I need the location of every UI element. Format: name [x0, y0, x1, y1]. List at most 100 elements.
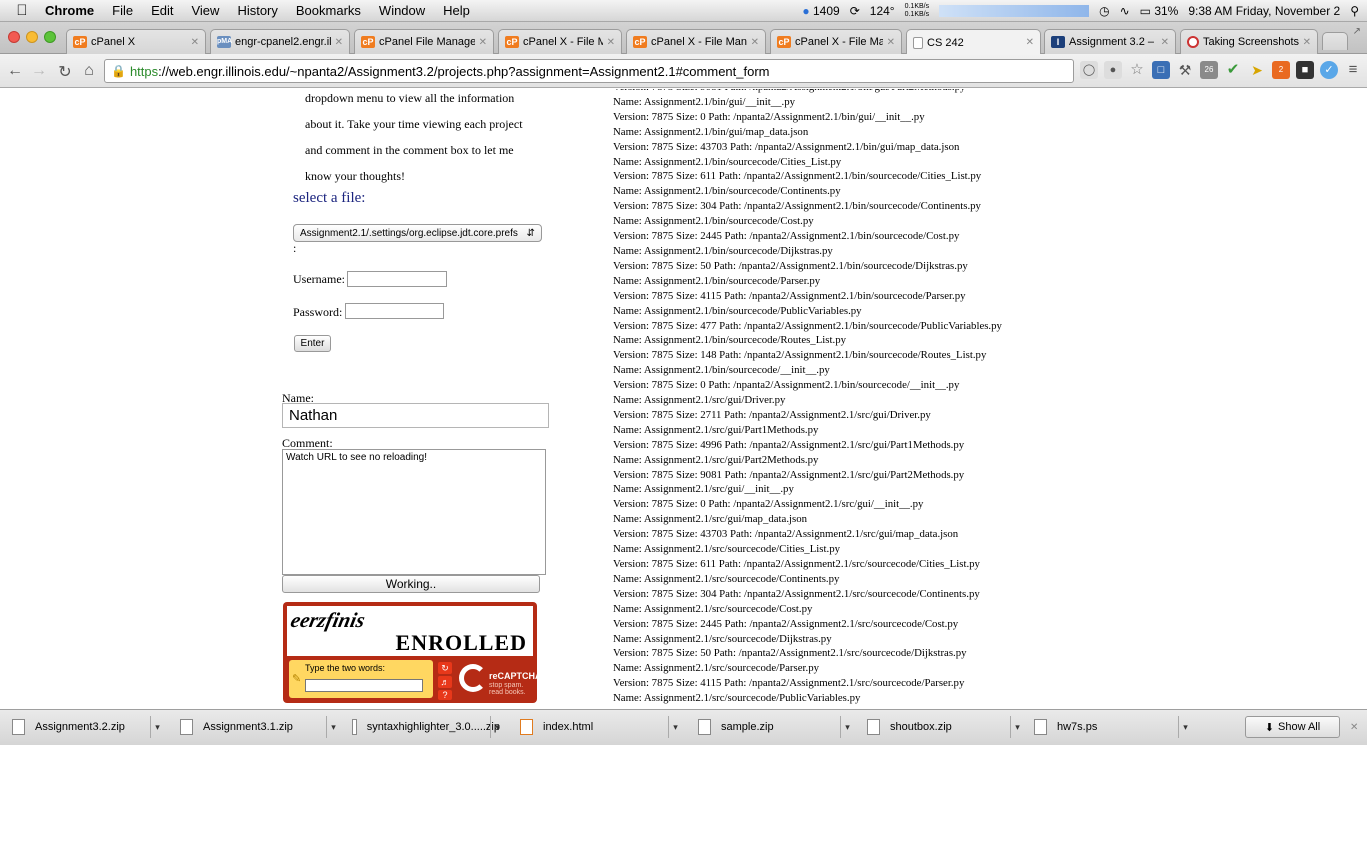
download-item[interactable]: sample.zip ▾ — [686, 714, 850, 740]
tab-close-icon[interactable]: ✕ — [887, 37, 895, 48]
apple-icon[interactable]:  — [8, 2, 36, 19]
wifi-icon[interactable]: ∿ — [1120, 4, 1130, 18]
status-icon[interactable]: ● 1409 — [802, 4, 839, 18]
username-label: Username: — [293, 272, 345, 286]
tab-file-manager-v3[interactable]: cP cPanel File Manager v3 ✕ — [354, 29, 494, 54]
download-item[interactable]: index.html ▾ — [508, 714, 678, 740]
zoom-window-button[interactable] — [44, 31, 56, 43]
submit-comment-button[interactable]: Working.. — [282, 575, 540, 593]
new-tab-button[interactable] — [1322, 32, 1348, 50]
download-item[interactable]: syntaxhighlighter_3.0.....zip ▾ — [340, 714, 500, 740]
file-info-line: Name: Assignment2.1/src/sourcecode/Cost.… — [613, 602, 813, 615]
tab-cpanel-x[interactable]: cP cPanel X ✕ — [66, 29, 206, 54]
file-select-dropdown[interactable]: Assignment2.1/.settings/org.eclipse.jdt.… — [293, 224, 542, 242]
tab-phpmyadmin[interactable]: pMA engr-cpanel2.engr.illin ✕ — [210, 29, 350, 54]
shield-icon[interactable]: ◯ — [1080, 61, 1098, 79]
window-extension-icon[interactable]: □ — [1152, 61, 1170, 79]
download-filename: shoutbox.zip — [890, 721, 952, 733]
home-icon[interactable]: ⌂ — [80, 62, 98, 80]
pin-icon[interactable]: ➤ — [1248, 61, 1266, 79]
tab-file-manager-1[interactable]: cP cPanel X - File Manage ✕ — [498, 29, 622, 54]
wrench-icon[interactable]: ⚒ — [1176, 61, 1194, 79]
sync-icon[interactable]: ⟳ — [850, 4, 860, 18]
captcha-input[interactable] — [305, 679, 423, 692]
download-item[interactable]: shoutbox.zip ▾ — [855, 714, 1020, 740]
tab-assignment-3-2[interactable]: I Assignment 3.2 – CS2 ✕ — [1044, 29, 1176, 54]
menu-view[interactable]: View — [182, 3, 228, 18]
tab-close-icon[interactable]: ✕ — [191, 37, 199, 48]
menu-window[interactable]: Window — [370, 3, 434, 18]
url-scheme: https — [129, 63, 159, 79]
tab-close-icon[interactable]: ✕ — [479, 37, 487, 48]
fullscreen-icon[interactable]: ↗ — [1353, 26, 1361, 37]
tab-taking-screenshots[interactable]: Taking Screenshots in ✕ — [1180, 29, 1318, 54]
file-info-line: Version: 7875 Size: 4996 Path: /npanta2/… — [613, 438, 965, 451]
tab-file-manager-2[interactable]: cP cPanel X - File Manage ✕ — [626, 29, 766, 54]
download-item[interactable]: Assignment3.2.zip ▾ — [0, 714, 160, 740]
menu-history[interactable]: History — [228, 3, 286, 18]
cpu-graph-icon — [939, 5, 1090, 17]
show-all-downloads-button[interactable]: ⬇ Show All — [1245, 716, 1340, 738]
close-shelf-icon[interactable]: ✕ — [1350, 722, 1358, 733]
menu-chrome[interactable]: Chrome — [36, 3, 103, 18]
camera-icon[interactable]: ■ — [1296, 61, 1314, 79]
minimize-window-button[interactable] — [26, 31, 38, 43]
blue-circle-icon[interactable]: ✓ — [1320, 61, 1338, 79]
bookmark-star-icon[interactable]: ☆ — [1128, 61, 1146, 79]
loading-favicon-icon — [1187, 36, 1199, 48]
file-info-line: Name: Assignment2.1/bin/sourcecode/Publi… — [613, 304, 862, 317]
tab-close-icon[interactable]: ✕ — [1303, 37, 1311, 48]
tab-close-icon[interactable]: ✕ — [607, 37, 615, 48]
checkmark-icon[interactable]: ✔ — [1224, 61, 1242, 79]
tab-close-icon[interactable]: ✕ — [1161, 37, 1169, 48]
tab-close-icon[interactable]: ✕ — [751, 37, 759, 48]
tab-file-manager-3[interactable]: cP cPanel X - File Manage ✕ — [770, 29, 902, 54]
download-filename: hw7s.ps — [1057, 721, 1098, 733]
tab-close-icon[interactable]: ✕ — [335, 37, 343, 48]
menu-file[interactable]: File — [103, 3, 142, 18]
audio-icon[interactable]: ♬ — [438, 676, 452, 688]
chevron-down-icon[interactable]: ▾ — [840, 716, 854, 738]
username-input[interactable] — [347, 271, 447, 287]
chevron-down-icon[interactable]: ▾ — [490, 716, 504, 738]
download-item[interactable]: hw7s.ps ▾ — [1022, 714, 1188, 740]
file-info-line: Name: Assignment2.1/bin/sourcecode/Conti… — [613, 185, 841, 198]
tab-label: cPanel X — [91, 36, 136, 48]
back-icon[interactable]: ← — [6, 62, 24, 80]
chevron-down-icon[interactable]: ▾ — [668, 716, 682, 738]
captcha-entry-area: ✎ Type the two words: — [289, 660, 433, 698]
enter-button[interactable]: Enter — [294, 335, 331, 352]
badge-extension-icon[interactable]: 26 — [1200, 61, 1218, 79]
tab-close-icon[interactable]: ✕ — [1026, 37, 1034, 48]
file-icon — [352, 719, 357, 735]
refresh-icon[interactable]: ↻ — [438, 662, 452, 674]
slogan-line: read books. — [489, 689, 526, 696]
chevron-down-icon[interactable]: ▾ — [326, 716, 340, 738]
battery-icon[interactable]: ▭ 31% — [1140, 4, 1179, 18]
name-input[interactable]: Nathan — [282, 403, 549, 428]
chevron-down-icon[interactable]: ▾ — [1178, 716, 1192, 738]
menu-icon[interactable]: ≡ — [1344, 61, 1362, 79]
reload-icon[interactable]: ↻ — [56, 62, 74, 82]
page-favicon-icon — [913, 36, 923, 49]
chevron-down-icon[interactable]: ▾ — [150, 716, 164, 738]
url-bar[interactable]: 🔒 https ://web.engr.illinois.edu/~npanta… — [104, 59, 1074, 83]
menu-edit[interactable]: Edit — [142, 3, 182, 18]
comment-textarea[interactable]: Watch URL to see no reloading! — [282, 449, 546, 575]
download-item[interactable]: Assignment3.1.zip ▾ — [168, 714, 336, 740]
spotlight-icon[interactable]: ⚲ — [1350, 4, 1359, 18]
clock[interactable]: 9:38 AM Friday, November 2 — [1188, 4, 1340, 18]
ycombinator-icon[interactable]: 2 — [1272, 61, 1290, 79]
file-select-value: Assignment2.1/.settings/org.eclipse.jdt.… — [300, 227, 518, 239]
tab-cs242[interactable]: CS 242 ✕ — [906, 29, 1041, 55]
password-input[interactable] — [345, 303, 444, 319]
menu-help[interactable]: Help — [434, 3, 479, 18]
menu-bookmarks[interactable]: Bookmarks — [287, 3, 370, 18]
desktop-area — [0, 745, 1367, 855]
lightbulb-icon[interactable]: ● — [1104, 61, 1122, 79]
close-window-button[interactable] — [8, 31, 20, 43]
file-info-line: Name: Assignment2.1/bin/sourcecode/Dijks… — [613, 244, 833, 257]
help-icon[interactable]: ? — [438, 690, 452, 700]
forward-icon[interactable]: → — [30, 62, 48, 80]
time-machine-icon[interactable]: ◷ — [1099, 4, 1109, 18]
